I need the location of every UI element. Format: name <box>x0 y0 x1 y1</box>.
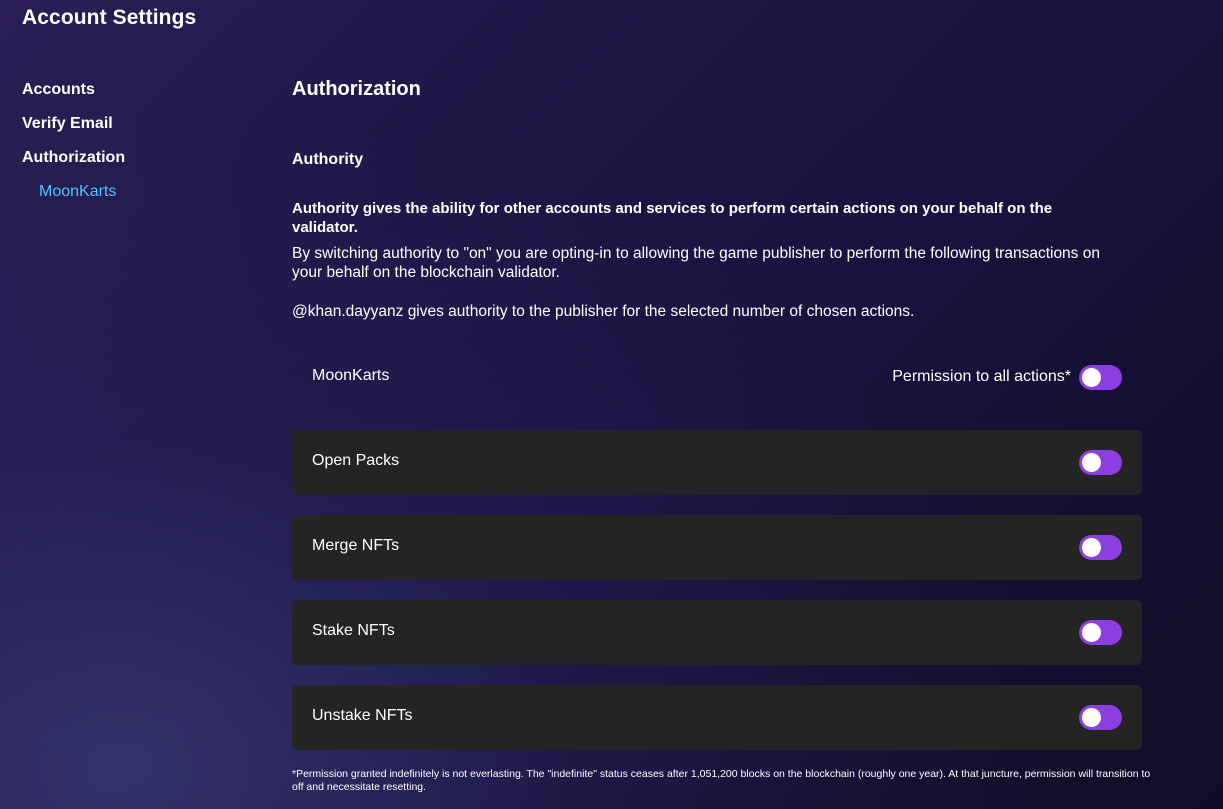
merge-nfts-toggle[interactable] <box>1079 535 1122 560</box>
toggle-knob <box>1082 367 1101 387</box>
sidebar-item-accounts[interactable]: Accounts <box>22 80 242 114</box>
toggle-knob <box>1082 538 1101 557</box>
toggle-knob <box>1082 623 1101 642</box>
all-permissions-label: Permission to all actions* <box>892 368 1071 385</box>
authorization-panel: Authorization Authority Authority gives … <box>292 76 1150 793</box>
permission-footnote: *Permission granted indefinitely is not … <box>292 768 1151 793</box>
action-card-unstake-nfts: Unstake NFTs <box>292 685 1142 750</box>
toggle-knob <box>1082 453 1101 472</box>
action-permissions-list: Open Packs Merge NFTs Stake NFTs Unstake… <box>292 430 1142 770</box>
action-label: Open Packs <box>312 452 400 469</box>
section-title: Authorization <box>292 78 421 100</box>
action-card-open-packs: Open Packs <box>292 430 1142 495</box>
action-label: Merge NFTs <box>312 537 400 554</box>
action-card-stake-nfts: Stake NFTs <box>292 600 1142 665</box>
action-card-merge-nfts: Merge NFTs <box>292 515 1142 580</box>
sidebar-item-authorization[interactable]: Authorization <box>22 148 242 182</box>
sidebar-item-verify-email[interactable]: Verify Email <box>22 114 242 148</box>
stake-nfts-toggle[interactable] <box>1079 620 1122 645</box>
unstake-nfts-toggle[interactable] <box>1079 705 1122 730</box>
authority-description-bold: Authority gives the ability for other ac… <box>292 200 1053 236</box>
authority-description: By switching authority to "on" you are o… <box>292 245 1100 281</box>
toggle-knob <box>1082 708 1101 727</box>
page-title: Account Settings <box>22 6 197 29</box>
subsection-title: Authority <box>292 151 364 168</box>
game-permission-row: MoonKarts Permission to all actions* <box>292 364 1142 390</box>
sidebar-subitem-moonkarts[interactable]: MoonKarts <box>22 182 242 202</box>
user-authority-statement: @khan.dayyanz gives authority to the pub… <box>292 303 915 320</box>
open-packs-toggle[interactable] <box>1079 450 1122 475</box>
action-label: Stake NFTs <box>312 622 395 639</box>
all-permissions-toggle[interactable] <box>1079 364 1122 390</box>
game-name: MoonKarts <box>312 367 390 384</box>
action-label: Unstake NFTs <box>312 707 413 724</box>
sidebar: Accounts Verify Email Authorization Moon… <box>22 80 242 202</box>
all-permissions-control: Permission to all actions* <box>892 364 1122 390</box>
